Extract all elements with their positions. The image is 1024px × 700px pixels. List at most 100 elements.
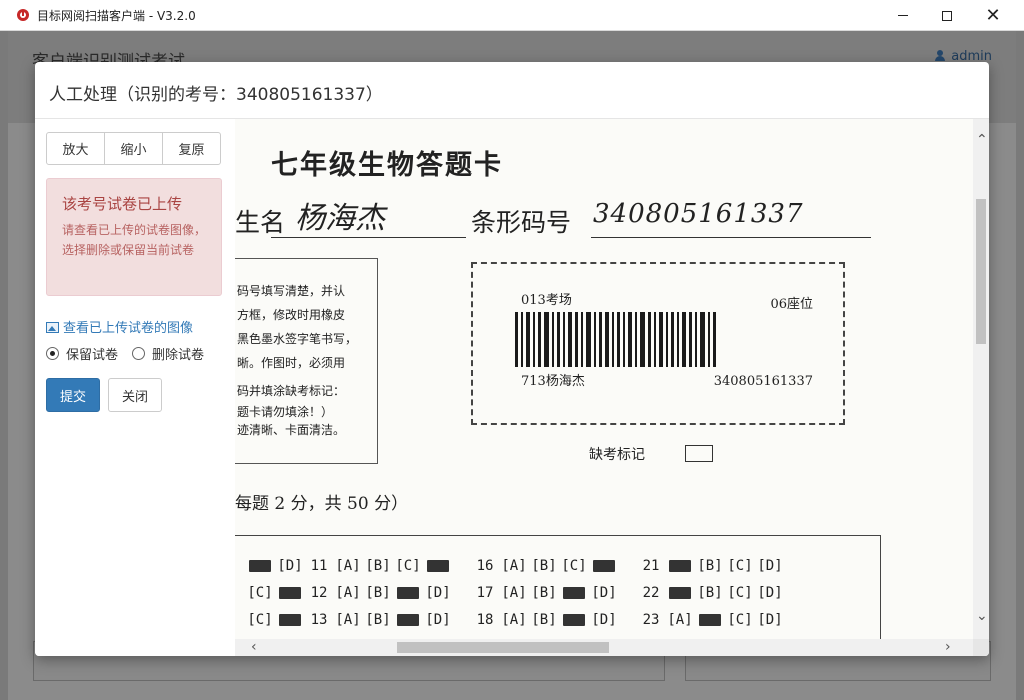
barcode-bar <box>557 312 560 367</box>
barcode-bar <box>640 312 645 367</box>
question-number: 12 <box>310 585 328 601</box>
filled-bubble <box>695 612 725 628</box>
barcode-bar <box>533 312 535 367</box>
window-title: 目标网阅扫描客户端 - V3.2.0 <box>37 9 196 23</box>
name-label: 生名 <box>235 208 286 237</box>
reset-zoom-button[interactable]: 复原 <box>162 132 221 165</box>
user-icon <box>935 50 946 61</box>
barcode-bar <box>648 312 651 367</box>
option: [A] <box>501 612 527 628</box>
barcode-bar <box>666 312 668 367</box>
option: [A] <box>335 585 361 601</box>
scroll-up-icon[interactable]: ⌃ <box>976 133 988 147</box>
answer-row: [D] 11 [A] [B] [C] 16 [A] [B] [C] 21 [B] <box>245 558 785 574</box>
scroll-right-icon[interactable]: › <box>945 640 951 654</box>
handwritten-name: 杨海杰 <box>295 201 385 236</box>
barcode-bar <box>552 312 554 367</box>
alert-title: 该考号试卷已上传 <box>62 195 183 213</box>
barcode-bars <box>515 312 819 367</box>
filled-bubble <box>393 585 423 601</box>
filled-bubble <box>559 612 589 628</box>
already-uploaded-alert: 该考号试卷已上传 请查看已上传的试卷图像，选择删除或保留当前试卷 <box>46 178 222 296</box>
barcode-bar <box>659 312 663 367</box>
minimize-icon[interactable] <box>880 0 926 31</box>
note-line: 迹清晰、卡面清洁。 <box>237 423 346 437</box>
option: [B] <box>531 612 557 628</box>
submit-button[interactable]: 提交 <box>46 378 100 412</box>
option: [C] <box>561 558 587 574</box>
option: [C] <box>395 558 421 574</box>
barcode-sticker: 013考场 06座位 713杨海杰 340805161337 <box>471 262 845 425</box>
scrollbar-corner <box>973 639 989 656</box>
barcode-bar <box>682 312 686 367</box>
option: [B] <box>531 558 557 574</box>
filled-bubble <box>665 558 695 574</box>
delete-label[interactable]: 删除试卷 <box>152 344 204 363</box>
handwritten-barcode-number: 340805161337 <box>593 199 804 229</box>
scanned-answer-sheet: 七年级生物答题卡 生名 杨海杰 条形码号 340805161337 码号填写清楚… <box>235 119 975 645</box>
filled-bubble <box>589 558 619 574</box>
option: [B] <box>365 585 391 601</box>
option: [C] <box>727 558 753 574</box>
picture-icon <box>46 322 59 333</box>
barcode-bar <box>623 312 625 367</box>
close-button[interactable]: 关闭 <box>108 378 162 412</box>
horizontal-scroll-thumb[interactable] <box>397 642 609 653</box>
option: [D] <box>425 612 451 628</box>
sheet-title: 七年级生物答题卡 <box>271 150 503 181</box>
option: [A] <box>335 612 361 628</box>
barcode-underline <box>591 237 871 238</box>
delete-radio[interactable] <box>132 347 146 360</box>
view-uploaded-link[interactable]: 查看已上传试卷的图像 <box>46 317 193 336</box>
horizontal-scrollbar[interactable]: ‹ › <box>235 639 973 656</box>
option: [A] <box>501 585 527 601</box>
barcode-bar <box>581 312 583 367</box>
maximize-icon[interactable] <box>924 0 970 31</box>
option: [A] <box>501 558 527 574</box>
barcode-bar <box>708 312 710 367</box>
barcode-bar <box>713 312 716 367</box>
vertical-scroll-thumb[interactable] <box>976 199 986 344</box>
filled-bubble <box>665 585 695 601</box>
barcode-bar <box>599 312 602 367</box>
barcode-bar <box>544 312 549 367</box>
option: [C] <box>247 585 273 601</box>
instructions-box: 码号填写清楚，并认 方框，修改时用橡皮 黑色墨水签字笔书写， 晰。作图时，必须用… <box>235 258 378 464</box>
sheet-image-viewer[interactable]: 七年级生物答题卡 生名 杨海杰 条形码号 340805161337 码号填写清楚… <box>235 119 989 656</box>
barcode-bar <box>526 312 530 367</box>
close-icon[interactable]: ✕ <box>970 0 1016 31</box>
barcode-student-name: 713杨海杰 <box>521 374 585 389</box>
barcode-bar <box>586 312 591 367</box>
zoom-out-button[interactable]: 缩小 <box>104 132 163 165</box>
filled-bubble <box>559 585 589 601</box>
filled-bubble <box>275 612 305 628</box>
note-line: 方框，修改时用橡皮 <box>237 308 346 322</box>
keep-label[interactable]: 保留试卷 <box>66 344 118 363</box>
note-line: 码号填写清楚，并认 <box>237 284 346 298</box>
barcode-bar <box>700 312 705 367</box>
alert-text: 请查看已上传的试卷图像，选择删除或保留当前试卷 <box>62 223 207 257</box>
zoom-in-button[interactable]: 放大 <box>46 132 105 165</box>
barcode-bar <box>689 312 692 367</box>
scroll-down-icon[interactable]: ⌄ <box>976 609 988 623</box>
option: [D] <box>277 558 303 574</box>
question-number: 11 <box>310 558 328 574</box>
dialog-title: 人工处理（识别的考号：340805161337） <box>49 85 383 105</box>
keep-delete-radio-group: 保留试卷 删除试卷 <box>46 344 204 363</box>
section-heading: 每题 2 分，共 50 分） <box>235 494 409 514</box>
barcode-number: 340805161337 <box>713 374 813 389</box>
option: [A] <box>667 612 693 628</box>
vertical-scrollbar[interactable]: ⌃ ⌄ <box>973 119 989 639</box>
keep-radio[interactable] <box>46 347 59 360</box>
scroll-left-icon[interactable]: ‹ <box>251 640 257 654</box>
answer-grid: [D] 11 [A] [B] [C] 16 [A] [B] [C] 21 [B] <box>235 535 881 645</box>
question-number: 16 <box>476 558 494 574</box>
absent-mark-label: 缺考标记 <box>589 447 645 463</box>
barcode-bar <box>568 312 572 367</box>
window-titlebar: 目标网阅扫描客户端 - V3.2.0 ✕ <box>0 0 1024 31</box>
question-number: 13 <box>310 612 328 628</box>
option: [B] <box>697 558 723 574</box>
barcode-bar <box>695 312 697 367</box>
app-logo-icon <box>17 9 29 21</box>
barcode-bar <box>617 312 620 367</box>
